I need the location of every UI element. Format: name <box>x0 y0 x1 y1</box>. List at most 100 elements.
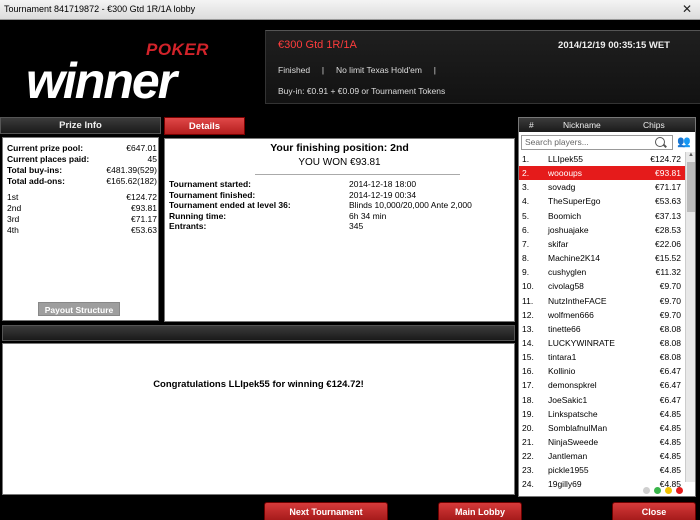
player-row[interactable]: 22. Jantleman €4.85 <box>519 449 685 463</box>
player-chips: €9.70 <box>659 295 681 306</box>
status-dot-icon <box>676 487 683 494</box>
player-row[interactable]: 2. woooups €93.81 <box>519 166 685 181</box>
player-rank: 3. <box>522 182 530 193</box>
player-row[interactable]: 14. LUCKYWINRATE €8.08 <box>519 336 685 350</box>
player-row[interactable]: 17. demonspkrel €6.47 <box>519 378 685 392</box>
prize-stat-row: Total add-ons: €165.62(182) <box>7 176 157 187</box>
player-chips: €28.53 <box>655 224 681 235</box>
scroll-up-arrow-icon[interactable]: ▲ <box>687 152 695 161</box>
detail-label: Tournament finished: <box>169 189 256 200</box>
player-rank: 21. <box>522 437 534 447</box>
player-name: cushyglen <box>548 267 587 278</box>
player-row[interactable]: 4. TheSuperEgo €53.63 <box>519 194 685 208</box>
chat-message: Congratulations LLIpek55 for winning €12… <box>153 379 364 390</box>
player-row[interactable]: 23. pickle1955 €4.85 <box>519 463 685 477</box>
player-name: demonspkrel <box>548 380 597 391</box>
detail-label: Tournament started: <box>169 179 252 189</box>
players-group-icon[interactable]: 👥 <box>677 135 693 149</box>
detail-label: Entrants: <box>169 221 207 231</box>
player-row[interactable]: 13. tinette66 €8.08 <box>519 322 685 336</box>
player-name: NutzIntheFACE <box>548 295 607 306</box>
prize-place-label: 4th <box>7 225 19 235</box>
you-won-amount: YOU WON €93.81 <box>298 157 381 168</box>
player-chips: €53.63 <box>655 196 681 207</box>
player-name: wolfmen666 <box>548 309 594 320</box>
player-row[interactable]: 7. skifar €22.06 <box>519 237 685 251</box>
prize-place-row: 2nd €93.81 <box>7 203 157 214</box>
player-row[interactable]: 21. NinjaSweede €4.85 <box>519 435 685 449</box>
detail-value: 345 <box>349 221 364 231</box>
column-rank[interactable]: # <box>529 120 534 130</box>
players-scrollbar[interactable]: ▲ <box>685 152 695 482</box>
player-rank: 5. <box>522 210 530 221</box>
prize-stat-value: €481.39(529) <box>106 165 157 175</box>
player-chips: €71.17 <box>655 182 681 193</box>
player-rank: 15. <box>522 352 534 363</box>
prize-place-value: €124.72 <box>126 192 157 202</box>
tab-details[interactable]: Details <box>164 117 245 135</box>
player-row[interactable]: 11. NutzIntheFACE €9.70 <box>519 294 685 308</box>
next-tournament-button[interactable]: Next Tournament <box>264 502 388 520</box>
player-chips: €4.85 <box>659 451 681 462</box>
prize-place-row: 3rd €71.17 <box>7 214 157 225</box>
player-row[interactable]: 3. sovadg €71.17 <box>519 180 685 194</box>
player-chips: €6.47 <box>659 366 681 377</box>
player-rank: 23. <box>522 465 534 476</box>
player-rank: 2. <box>522 168 530 179</box>
close-button[interactable]: Close <box>612 502 696 520</box>
window-close-icon[interactable]: ✕ <box>680 3 694 16</box>
prize-stat-value: 45 <box>147 154 157 164</box>
finishing-position: Your finishing position: 2nd <box>270 142 409 154</box>
detail-row: Entrants: 345 <box>169 221 509 232</box>
prize-stat-label: Total add-ons: <box>7 176 65 186</box>
player-name: TheSuperEgo <box>548 196 601 207</box>
detail-value: 6h 34 min <box>349 210 387 221</box>
player-row[interactable]: 12. wolfmen666 €9.70 <box>519 308 685 322</box>
main-lobby-button[interactable]: Main Lobby <box>438 502 522 520</box>
detail-label: Tournament ended at level 36: <box>169 200 291 210</box>
player-rank: 19. <box>522 408 534 419</box>
player-row[interactable]: 20. SomblafnulMan €4.85 <box>519 421 685 435</box>
column-nickname[interactable]: Nickname <box>563 120 601 130</box>
player-rank: 22. <box>522 451 534 462</box>
player-name: tintara1 <box>548 352 577 363</box>
player-name: Linkspatsche <box>548 408 598 419</box>
player-row[interactable]: 6. joshuajake €28.53 <box>519 223 685 237</box>
player-row[interactable]: 9. cushyglen €11.32 <box>519 265 685 279</box>
prize-place-value: €71.17 <box>131 214 157 224</box>
player-row[interactable]: 10. civolag58 €9.70 <box>519 279 685 293</box>
title-bar: Tournament 841719872 - €300 Gtd 1R/1A lo… <box>0 0 700 20</box>
players-list-header: # Nickname Chips <box>519 118 695 132</box>
player-name: JoeSakic1 <box>548 394 588 405</box>
player-row[interactable]: 15. tintara1 €8.08 <box>519 350 685 364</box>
detail-row: Tournament ended at level 36: Blinds 10,0… <box>169 200 509 211</box>
detail-label: Running time: <box>169 210 227 221</box>
player-chips: €4.85 <box>659 465 681 476</box>
player-rank: 20. <box>522 422 534 433</box>
window-title: Tournament 841719872 - €300 Gtd 1R/1A lo… <box>4 4 196 14</box>
payout-structure-button[interactable]: Payout Structure <box>38 302 120 316</box>
player-row[interactable]: 1. LLIpek55 €124.72 <box>519 152 685 166</box>
tournament-buyin: Buy-in: €0.91 + €0.09 or Tournament Toke… <box>278 86 446 96</box>
status-dot-icon <box>665 487 672 494</box>
player-chips: €4.85 <box>659 408 681 419</box>
search-icon[interactable] <box>655 137 665 147</box>
scrollbar-thumb[interactable] <box>687 162 695 212</box>
detail-value: 2014-12-19 00:34 <box>349 189 417 200</box>
player-row[interactable]: 16. Kollinio €6.47 <box>519 364 685 378</box>
column-chips[interactable]: Chips <box>643 120 665 130</box>
detail-row: Tournament started: 2014-12-18 18:00 <box>169 179 509 190</box>
player-row[interactable]: 8. Machine2K14 €15.52 <box>519 251 685 265</box>
player-row[interactable]: 5. Boomich €37.13 <box>519 209 685 223</box>
player-rank: 14. <box>522 337 534 348</box>
player-rank: 16. <box>522 366 534 377</box>
player-rank: 8. <box>522 253 530 264</box>
player-name: Jantleman <box>548 451 588 462</box>
player-name: Kollinio <box>548 366 576 377</box>
detail-value: Blinds 10,000/20,000 Ante 2,000 <box>349 200 472 210</box>
player-name: civolag58 <box>548 281 584 292</box>
player-row[interactable]: 19. Linkspatsche €4.85 <box>519 407 685 421</box>
player-row[interactable]: 18. JoeSakic1 €6.47 <box>519 393 685 407</box>
player-chips: €8.08 <box>659 337 681 348</box>
player-search-input[interactable]: Search players... <box>521 135 673 150</box>
